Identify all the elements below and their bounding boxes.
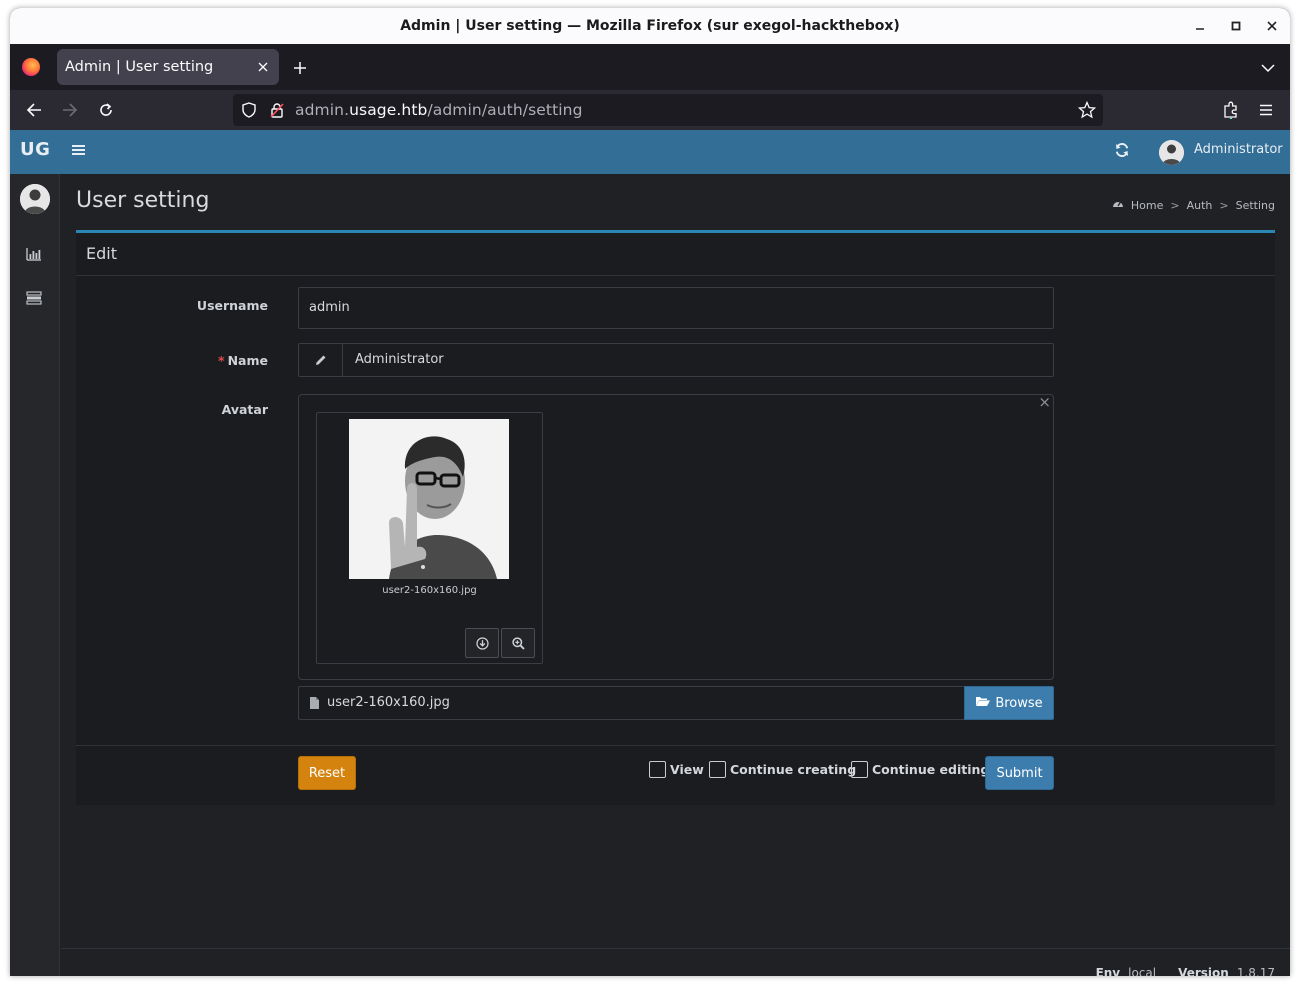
pencil-icon [299,344,343,376]
continue-editing-label: Continue editing [872,762,990,777]
env-value: local [1128,966,1157,976]
submit-button[interactable]: Submit [985,756,1054,790]
remove-preview-close-icon[interactable]: × [1038,393,1051,411]
tab-strip: Admin | User setting [10,44,1290,90]
required-mark: * [218,353,225,368]
header-user-name[interactable]: Administrator [1194,142,1283,157]
app-logo[interactable]: UG [20,139,50,160]
zoom-in-icon[interactable] [501,628,535,658]
reset-button[interactable]: Reset [298,756,356,790]
maximize-icon[interactable] [1218,8,1254,44]
app-menu-hamburger-icon[interactable] [1252,96,1280,124]
forward-arrow-icon[interactable] [56,96,84,124]
window-titlebar: Admin | User setting — Mozilla Firefox (… [10,8,1290,44]
continue-editing-checkbox[interactable]: Continue editing [851,761,989,778]
browser-window: Admin | User setting — Mozilla Firefox (… [10,8,1290,976]
sidebar-user-avatar [20,184,50,214]
continue-editing-checkbox-box[interactable] [851,761,868,778]
browse-label: Browse [995,695,1043,711]
file-icon [309,695,321,711]
tab-close-icon[interactable] [253,57,273,77]
file-caption-field[interactable]: user2-160x160.jpg [298,686,965,720]
sidebar-toggle-icon[interactable] [72,142,90,162]
bookmark-star-icon[interactable] [1077,100,1097,120]
back-arrow-icon[interactable] [20,96,48,124]
refresh-icon[interactable] [1114,142,1134,162]
app-header: UG Administrator [10,130,1290,174]
user-avatar[interactable] [1159,140,1184,165]
sidebar-item-admin-tasks-icon[interactable] [26,290,44,308]
list-all-tabs-chevron-down-icon[interactable] [1256,56,1280,80]
avatar-label: Avatar [221,402,268,417]
avatar-thumbnail-filename: user2-160x160.jpg [382,585,477,596]
name-field[interactable]: Administrator [298,343,1054,377]
main-footer: Env local Version 1.8.17 [61,948,1290,976]
avatar-file-preview: × user2-160x160.jpg [298,393,1054,680]
insecure-lock-icon[interactable] [267,100,287,120]
footer-info: Env local Version 1.8.17 [1096,966,1275,976]
edit-form-box: Edit Username admin * Name Administrator … [76,230,1275,805]
version-value: 1.8.17 [1236,966,1275,976]
breadcrumb-home[interactable]: Home [1131,199,1163,212]
browse-button[interactable]: Browse [964,686,1054,720]
breadcrumb-separator: > [1219,198,1229,212]
browser-tab-active[interactable]: Admin | User setting [57,49,279,85]
extensions-puzzle-icon[interactable] [1217,96,1245,124]
avatar-thumbnail-frame: user2-160x160.jpg [316,412,543,664]
form-footer: Reset View Continue creating Continue ed… [76,745,1275,808]
url-text[interactable]: admin.usage.htb/admin/auth/setting [295,101,583,119]
new-tab-plus-icon[interactable] [288,56,312,80]
reload-icon[interactable] [92,96,120,124]
name-label: * Name [218,353,268,368]
tab-title: Admin | User setting [65,59,214,75]
window-title: Admin | User setting — Mozilla Firefox (… [400,18,900,34]
view-checkbox-label: View [670,762,704,777]
dashboard-gauge-icon [1112,198,1124,212]
version-label: Version [1178,966,1229,976]
username-value: admin [309,300,350,315]
navigation-toolbar: admin.usage.htb/admin/auth/setting [10,90,1290,130]
continue-creating-label: Continue creating [730,762,857,777]
continue-creating-checkbox[interactable]: Continue creating [709,761,856,778]
folder-open-icon [975,695,991,711]
shield-icon[interactable] [239,100,259,120]
close-window-icon[interactable] [1254,8,1290,44]
avatar-image [349,419,509,579]
content-wrapper: User setting Home > Auth > Setting Edit … [61,174,1290,976]
breadcrumb-separator: > [1170,198,1180,212]
env-label: Env [1095,966,1121,976]
breadcrumb: Home > Auth > Setting [1112,198,1275,212]
url-bar[interactable]: admin.usage.htb/admin/auth/setting [233,94,1103,126]
minimize-icon[interactable] [1182,8,1218,44]
sidebar-item-dashboard-bar-chart-icon[interactable] [26,246,44,264]
sidebar [10,174,60,976]
name-value: Administrator [355,352,444,367]
view-checkbox-box[interactable] [649,761,666,778]
box-title: Edit [86,244,117,263]
download-icon[interactable] [465,628,499,658]
firefox-logo-icon [22,58,40,76]
breadcrumb-setting: Setting [1235,198,1275,212]
username-label: Username [196,298,268,313]
page-title: User setting [76,188,210,213]
username-field[interactable]: admin [298,287,1054,329]
breadcrumb-auth[interactable]: Auth [1187,199,1213,212]
view-checkbox[interactable]: View [649,761,704,778]
file-caption-name: user2-160x160.jpg [327,695,450,710]
box-header: Edit [76,233,1275,276]
continue-creating-checkbox-box[interactable] [709,761,726,778]
